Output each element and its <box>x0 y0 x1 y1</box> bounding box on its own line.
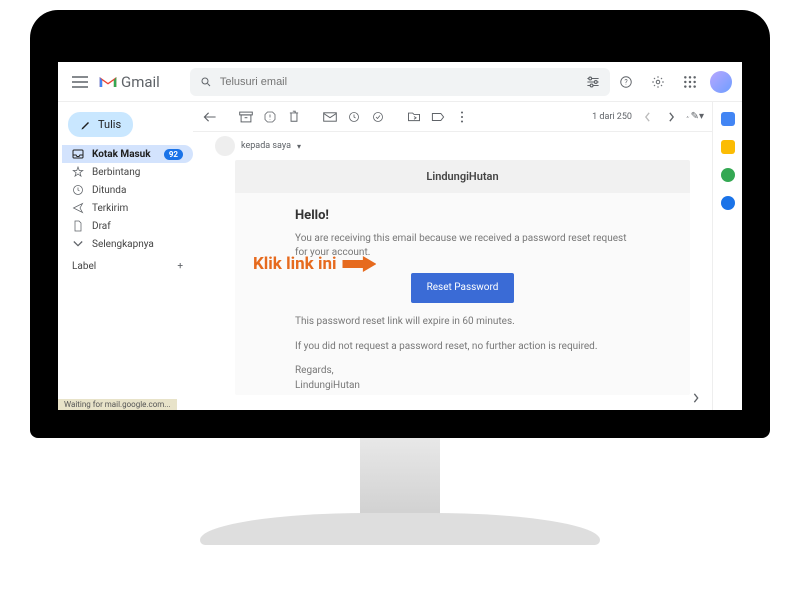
star-icon <box>72 166 84 178</box>
email-not-requested: If you did not request a password reset,… <box>295 340 630 355</box>
sidebar-item-label: Kotak Masuk <box>92 149 151 160</box>
file-icon <box>72 220 84 232</box>
prev-page-icon[interactable] <box>638 108 656 126</box>
settings-gear-icon[interactable] <box>646 70 670 94</box>
add-label-icon[interactable]: + <box>177 261 183 272</box>
recipients-dropdown-icon[interactable]: ▾ <box>297 142 301 151</box>
sidebar-item-label: Ditunda <box>92 185 126 196</box>
email-brand-header: LindungiHutan <box>235 160 690 193</box>
sidebar-item-sent[interactable]: Terkirim <box>62 199 193 217</box>
sidebar-item-inbox[interactable]: Kotak Masuk 92 <box>62 145 193 163</box>
back-arrow-icon[interactable] <box>201 108 219 126</box>
add-task-icon[interactable] <box>369 108 387 126</box>
gmail-logo: Gmail <box>98 73 160 91</box>
sidebar-item-starred[interactable]: Berbintang <box>62 163 193 181</box>
contacts-app-icon[interactable] <box>721 196 735 210</box>
reset-password-button[interactable]: Reset Password <box>411 273 515 304</box>
pager-text: 1 dari 250 <box>592 112 632 122</box>
pencil-icon <box>80 119 92 131</box>
help-icon[interactable]: ? <box>614 70 638 94</box>
sidebar-item-label: Berbintang <box>92 167 140 178</box>
more-vert-icon[interactable] <box>453 108 471 126</box>
sidebar-item-snoozed[interactable]: Ditunda <box>62 181 193 199</box>
report-spam-icon[interactable] <box>261 108 279 126</box>
email-regards: Regards, <box>295 364 630 379</box>
sidebar-item-label: Terkirim <box>92 203 128 214</box>
expand-panel-icon[interactable] <box>688 390 704 406</box>
gmail-m-icon <box>98 74 118 90</box>
account-avatar[interactable] <box>710 71 732 93</box>
labels-icon[interactable] <box>429 108 447 126</box>
apps-grid-icon[interactable] <box>678 70 702 94</box>
email-greeting: Hello! <box>295 207 630 226</box>
search-input[interactable] <box>220 76 578 88</box>
right-side-panel <box>712 102 742 410</box>
hamburger-menu-icon[interactable] <box>68 70 92 94</box>
tune-icon[interactable] <box>586 76 600 88</box>
search-icon <box>200 76 212 88</box>
labels-header: Label <box>72 261 96 272</box>
email-body-card: LindungiHutan Hello! You are receiving t… <box>235 160 690 395</box>
recipients-line: kepada saya <box>241 141 291 151</box>
sidebar-item-label: Draf <box>92 221 111 232</box>
browser-status-bar: Waiting for mail.google.com... <box>58 399 177 410</box>
sender-avatar <box>215 136 235 156</box>
email-intro: You are receiving this email because we … <box>295 232 630 261</box>
gmail-label: Gmail <box>121 73 160 91</box>
email-expiry: This password reset link will expire in … <box>295 315 630 330</box>
sidebar-item-more[interactable]: Selengkapnya <box>62 235 193 253</box>
next-page-icon[interactable] <box>662 108 680 126</box>
sidebar-item-label: Selengkapnya <box>92 239 154 250</box>
calendar-app-icon[interactable] <box>721 112 735 126</box>
clock-icon <box>72 184 84 196</box>
sidebar-item-drafts[interactable]: Draf <box>62 217 193 235</box>
email-toolbar: 1 dari 250 ✎▾ <box>193 102 712 132</box>
keep-app-icon[interactable] <box>721 140 735 154</box>
tasks-app-icon[interactable] <box>721 168 735 182</box>
chevron-down-icon <box>72 238 84 250</box>
inbox-icon <box>72 148 84 160</box>
search-bar[interactable] <box>190 68 610 96</box>
compose-button[interactable]: Tulis <box>68 112 133 137</box>
send-icon <box>72 202 84 214</box>
mark-unread-icon[interactable] <box>321 108 339 126</box>
input-tools-icon[interactable]: ✎▾ <box>686 108 704 126</box>
inbox-count-badge: 92 <box>164 149 183 160</box>
delete-icon[interactable] <box>285 108 303 126</box>
snooze-icon[interactable] <box>345 108 363 126</box>
archive-icon[interactable] <box>237 108 255 126</box>
compose-label: Tulis <box>98 118 121 131</box>
svg-text:?: ? <box>624 78 628 86</box>
email-signature: LindungiHutan <box>295 379 630 394</box>
move-to-icon[interactable] <box>405 108 423 126</box>
sidebar: Tulis Kotak Masuk 92 Berbintang <box>58 102 193 410</box>
